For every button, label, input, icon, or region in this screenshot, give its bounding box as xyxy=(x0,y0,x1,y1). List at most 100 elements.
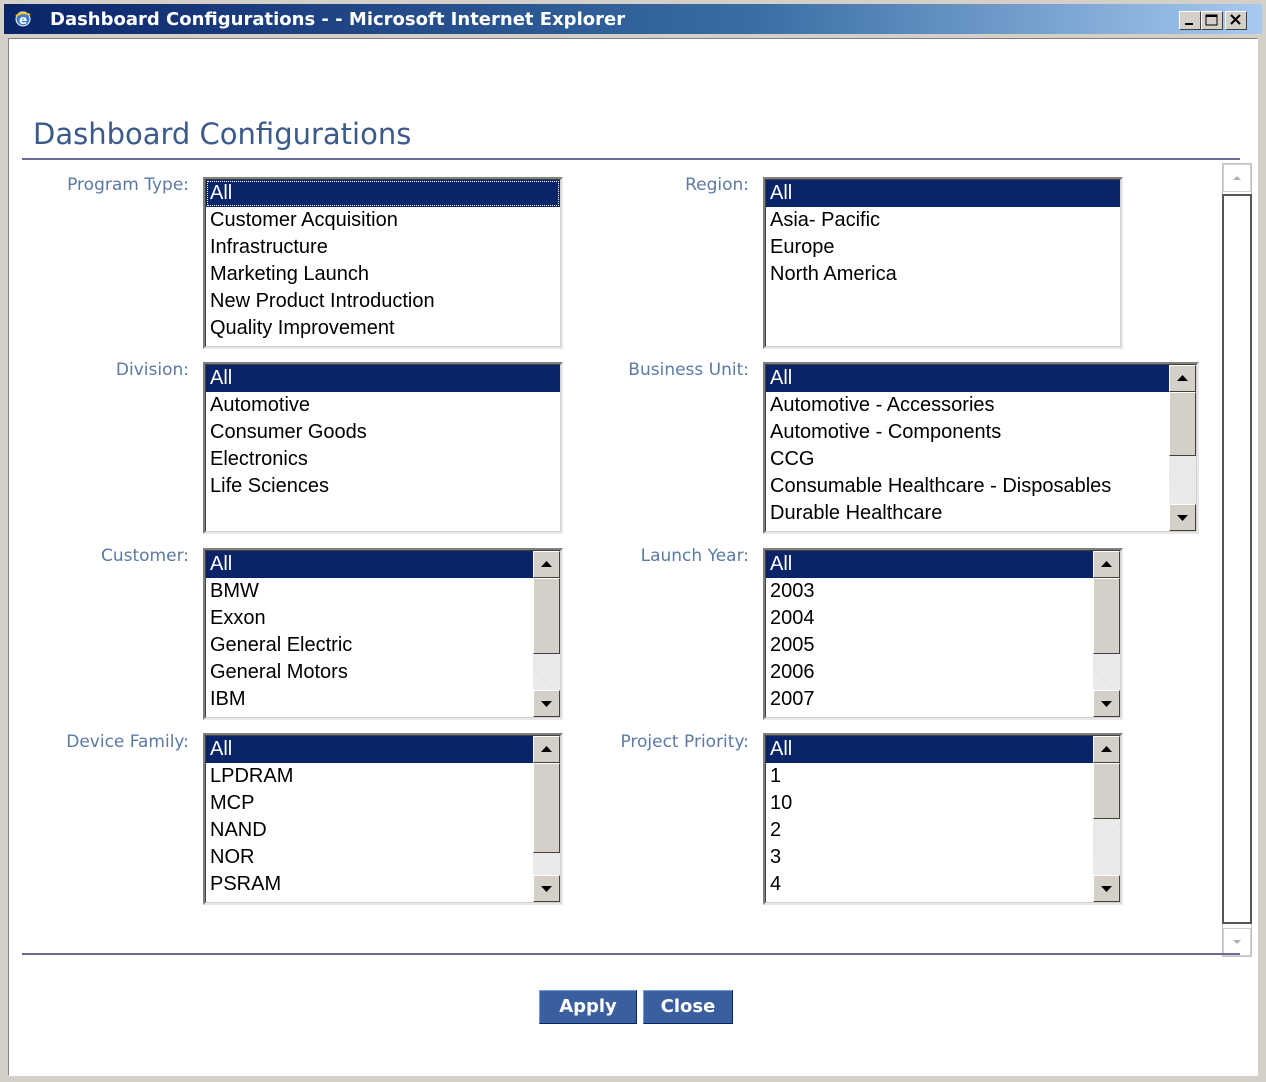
scrollbar[interactable] xyxy=(533,736,560,902)
list-item[interactable]: 4 xyxy=(766,871,1093,898)
list-item[interactable]: Exxon xyxy=(206,605,533,632)
close-window-button[interactable] xyxy=(1225,11,1247,30)
list-item[interactable]: Life Sciences xyxy=(206,473,560,500)
list-item[interactable]: Durable Healthcare xyxy=(766,500,1169,527)
list-item[interactable]: Automotive - Accessories xyxy=(766,392,1169,419)
list-item[interactable]: Automotive - Components xyxy=(766,419,1169,446)
top-divider xyxy=(22,158,1240,160)
device-family-listbox[interactable]: All LPDRAM MCP NAND NOR PSRAM xyxy=(203,733,563,905)
list-item[interactable]: IBM xyxy=(206,686,533,713)
launch-year-listbox[interactable]: All 2003 2004 2005 2006 2007 xyxy=(763,548,1123,720)
division-listbox[interactable]: All Automotive Consumer Goods Electronic… xyxy=(203,362,563,534)
page-scrollbar[interactable] xyxy=(1222,163,1252,957)
window-title: Dashboard Configurations - - Microsoft I… xyxy=(50,9,626,30)
arrow-down-icon xyxy=(1101,701,1112,707)
list-item[interactable]: Automotive xyxy=(206,392,560,419)
close-button[interactable]: Close xyxy=(643,990,733,1024)
list-item[interactable]: Asia- Pacific xyxy=(766,207,1120,234)
scrollbar[interactable] xyxy=(1093,736,1120,902)
page-scroll-track[interactable] xyxy=(1222,194,1252,924)
customer-listbox[interactable]: All BMW Exxon General Electric General M… xyxy=(203,548,563,720)
list-item[interactable]: PSRAM xyxy=(206,871,533,898)
list-item[interactable]: 10 xyxy=(766,790,1093,817)
program-type-listbox[interactable]: All Customer Acquisition Infrastructure … xyxy=(203,177,563,349)
page-scroll-down-button[interactable] xyxy=(1223,928,1251,956)
list-item[interactable]: New Product Introduction xyxy=(206,288,560,315)
business-unit-label: Business Unit: xyxy=(628,360,749,380)
list-item[interactable]: All xyxy=(766,365,1169,392)
list-item[interactable]: Electronics xyxy=(206,446,560,473)
scroll-down-button[interactable] xyxy=(1093,875,1120,902)
scroll-thumb[interactable] xyxy=(533,578,560,654)
list-item[interactable]: NAND xyxy=(206,817,533,844)
scrollbar[interactable] xyxy=(1169,365,1196,531)
list-item[interactable]: Marketing Launch xyxy=(206,261,560,288)
scroll-down-button[interactable] xyxy=(533,875,560,902)
maximize-button[interactable] xyxy=(1201,11,1223,30)
list-item[interactable]: All xyxy=(766,180,1120,207)
scroll-down-button[interactable] xyxy=(1093,690,1120,717)
list-item[interactable]: Europe xyxy=(766,234,1120,261)
list-item[interactable]: CCG xyxy=(766,446,1169,473)
list-item[interactable]: General Electric xyxy=(206,632,533,659)
list-item[interactable]: All xyxy=(206,365,560,392)
scroll-down-button[interactable] xyxy=(533,690,560,717)
list-item[interactable]: All xyxy=(766,736,1093,763)
scrollbar[interactable] xyxy=(533,551,560,717)
list-item[interactable]: Quality Improvement xyxy=(206,315,560,342)
options-column: All BMW Exxon General Electric General M… xyxy=(206,551,533,713)
arrow-up-icon xyxy=(1177,375,1188,381)
options-column: All LPDRAM MCP NAND NOR PSRAM xyxy=(206,736,533,898)
list-item[interactable]: Consumer Goods xyxy=(206,419,560,446)
listbox-frame: All Customer Acquisition Infrastructure … xyxy=(205,179,561,347)
list-item[interactable]: 2004 xyxy=(766,605,1093,632)
list-item[interactable]: All xyxy=(206,180,560,207)
business-unit-listbox[interactable]: All Automotive - Accessories Automotive … xyxy=(763,362,1199,534)
list-item[interactable]: 2003 xyxy=(766,578,1093,605)
scroll-thumb[interactable] xyxy=(1169,392,1196,456)
list-item[interactable]: Customer Acquisition xyxy=(206,207,560,234)
list-item[interactable]: North America xyxy=(766,261,1120,288)
list-item[interactable]: 2007 xyxy=(766,686,1093,713)
region-listbox[interactable]: All Asia- Pacific Europe North America xyxy=(763,177,1123,349)
list-item[interactable]: All xyxy=(206,736,533,763)
minimize-button[interactable] xyxy=(1179,11,1201,30)
scroll-thumb[interactable] xyxy=(1093,763,1120,819)
listbox-frame: All Automotive - Accessories Automotive … xyxy=(765,364,1197,532)
scroll-up-button[interactable] xyxy=(533,736,560,763)
list-item[interactable]: All xyxy=(206,551,533,578)
launch-year-label: Launch Year: xyxy=(640,546,749,566)
scroll-up-button[interactable] xyxy=(533,551,560,578)
list-item[interactable]: MCP xyxy=(206,790,533,817)
page-scroll-up-button[interactable] xyxy=(1223,164,1251,192)
title-bar[interactable]: e Dashboard Configurations - - Microsoft… xyxy=(4,4,1262,34)
list-item[interactable]: 2 xyxy=(766,817,1093,844)
internet-explorer-icon: e xyxy=(15,11,31,27)
list-item[interactable]: General Motors xyxy=(206,659,533,686)
listbox-frame: All BMW Exxon General Electric General M… xyxy=(205,550,561,718)
arrow-down-icon xyxy=(1233,940,1241,944)
scroll-up-button[interactable] xyxy=(1093,736,1120,763)
list-item[interactable]: Consumable Healthcare - Disposables xyxy=(766,473,1169,500)
project-priority-listbox[interactable]: All 1 10 2 3 4 xyxy=(763,733,1123,905)
list-item[interactable]: 1 xyxy=(766,763,1093,790)
scroll-thumb[interactable] xyxy=(1093,578,1120,654)
arrow-down-icon xyxy=(1101,886,1112,892)
maximize-icon xyxy=(1205,14,1218,26)
scroll-thumb[interactable] xyxy=(533,763,560,853)
list-item[interactable]: All xyxy=(766,551,1093,578)
list-item[interactable]: NOR xyxy=(206,844,533,871)
list-item[interactable]: LPDRAM xyxy=(206,763,533,790)
apply-button[interactable]: Apply xyxy=(539,990,637,1024)
division-label: Division: xyxy=(115,360,189,380)
scroll-up-button[interactable] xyxy=(1169,365,1196,392)
scroll-up-button[interactable] xyxy=(1093,551,1120,578)
scroll-down-button[interactable] xyxy=(1169,504,1196,531)
list-item[interactable]: 3 xyxy=(766,844,1093,871)
list-item[interactable]: 2005 xyxy=(766,632,1093,659)
list-item[interactable]: 2006 xyxy=(766,659,1093,686)
arrow-up-icon xyxy=(541,561,552,567)
list-item[interactable]: Infrastructure xyxy=(206,234,560,261)
list-item[interactable]: BMW xyxy=(206,578,533,605)
scrollbar[interactable] xyxy=(1093,551,1120,717)
